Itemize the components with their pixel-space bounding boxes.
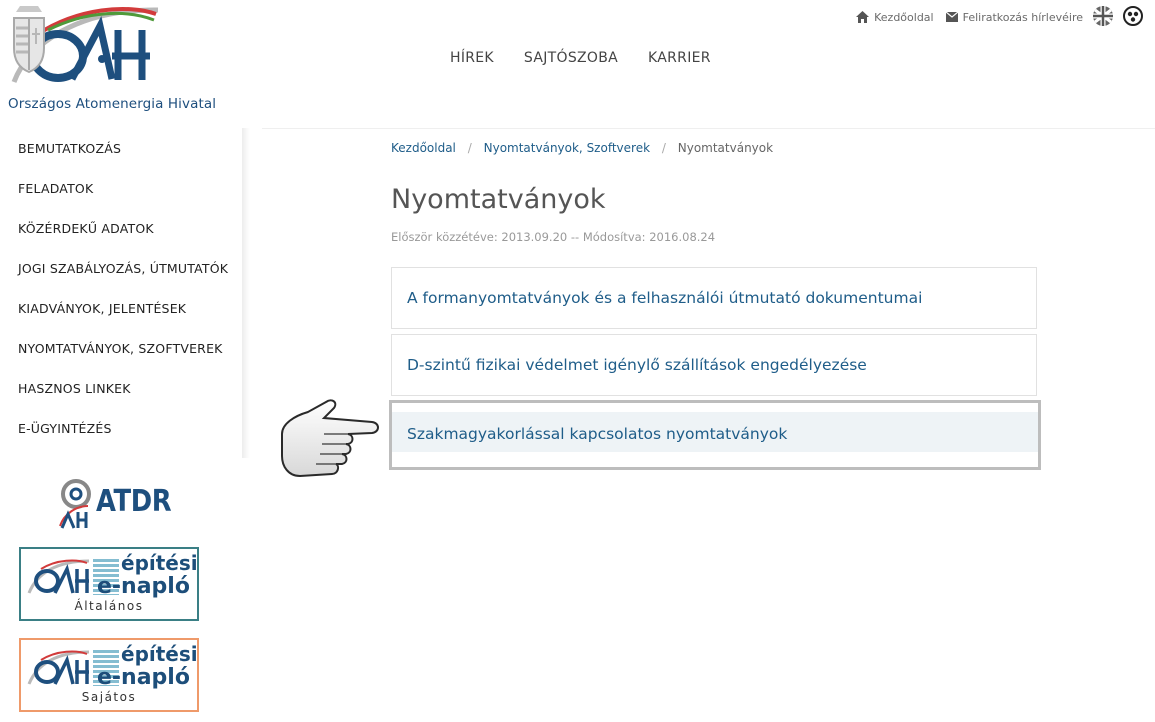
coat-of-arms-icon [13,6,45,74]
utility-nav: Kezdőoldal Feliratkozás hírlevéire [844,5,1143,29]
nav-item-hirek[interactable]: HÍREK [450,50,494,66]
newsletter-link-label: Feliratkozás hírlevéire [962,10,1083,24]
panel-title[interactable]: D-szintű fizikai védelmet igénylő szállí… [407,335,867,395]
sidebar-item-jogi-szabalyozas[interactable]: JOGI SZABÁLYOZÁS, ÚTMUTATÓK [0,248,248,288]
home-link-label: Kezdőoldal [874,10,934,24]
epitesi-enaplo-specific-banner[interactable]: építési e-napló Sajátos [19,638,199,712]
panel-title[interactable]: Szakmagyakorlással kapcsolatos nyomtatvá… [407,403,787,465]
banner-title-2: e-napló [97,574,190,599]
sidebar-item-nyomtatvanyok[interactable]: NYOMTATVÁNYOK, SZOFTVEREK [0,328,248,368]
main-nav: HÍREK SAJTÓSZOBA KARRIER [450,50,741,66]
sidebar: BEMUTATKOZÁS FELADATOK KÖZÉRDEKŰ ADATOK … [0,128,248,448]
atdr-banner[interactable]: ATDR [58,476,172,530]
home-icon [856,11,870,23]
envelope-icon [945,12,958,22]
sidebar-item-feladatok[interactable]: FELADATOK [0,168,248,208]
page-title: Nyomtatványok [391,184,606,215]
breadcrumb-separator: / [467,141,472,155]
nav-item-sajtoszoba[interactable]: SAJTÓSZOBA [524,50,618,66]
sidebar-item-e-ugyintezes[interactable]: E-ÜGYINTÉZÉS [0,408,248,448]
publish-meta: Először közzétéve: 2013.09.20 -- Módosít… [391,230,716,244]
breadcrumb-separator: / [661,141,666,155]
banner-title-2: e-napló [97,665,190,690]
breadcrumb-current: Nyomtatványok [677,141,774,155]
content-divider [262,128,1155,129]
accessibility-button[interactable] [1123,5,1143,29]
nav-item-karrier[interactable]: KARRIER [648,50,711,66]
uk-flag-icon [1093,5,1113,26]
breadcrumb-home[interactable]: Kezdőoldal [391,141,456,155]
sidebar-item-kozerdeku-adatok[interactable]: KÖZÉRDEKŰ ADATOK [0,208,248,248]
breadcrumb: Kezdőoldal / Nyomtatványok, Szoftverek /… [391,141,773,155]
sidebar-item-hasznos-linkek[interactable]: HASZNOS LINKEK [0,368,248,408]
english-flag-button[interactable] [1093,5,1113,29]
pointing-hand-icon [281,399,379,478]
accessibility-icon [1123,5,1143,26]
sidebar-item-kiadvanyok[interactable]: KIADVÁNYOK, JELENTÉSEK [0,288,248,328]
panel-title[interactable]: A formanyomtatványok és a felhasználói ú… [407,268,922,328]
banner-title-1: építési [121,642,198,666]
accordion-panel[interactable]: A formanyomtatványok és a felhasználói ú… [391,267,1037,329]
org-name: Országos Atomenergia Hivatal [8,96,217,112]
breadcrumb-nyomtatvanyok-szoftverek[interactable]: Nyomtatványok, Szoftverek [484,141,650,155]
epitesi-enaplo-general-banner[interactable]: építési e-napló Általános [19,547,199,621]
newsletter-link[interactable]: Feliratkozás hírlevéire [945,10,1083,24]
accordion-panel-highlighted[interactable]: Szakmagyakorlással kapcsolatos nyomtatvá… [389,400,1041,470]
home-link[interactable]: Kezdőoldal [856,11,934,24]
banner-subtitle: Sajátos [81,690,137,704]
accordion-panel[interactable]: D-szintű fizikai védelmet igénylő szállí… [391,334,1037,396]
oah-small-logo-icon [27,559,90,594]
oah-small-logo-icon [27,650,90,685]
atdr-label: ATDR [96,484,172,519]
banner-title-1: építési [121,551,198,575]
site-logo[interactable]: Országos Atomenergia Hivatal [8,4,248,116]
banner-subtitle: Általános [74,599,144,613]
sidebar-item-bemutatkozas[interactable]: BEMUTATKOZÁS [0,128,248,168]
